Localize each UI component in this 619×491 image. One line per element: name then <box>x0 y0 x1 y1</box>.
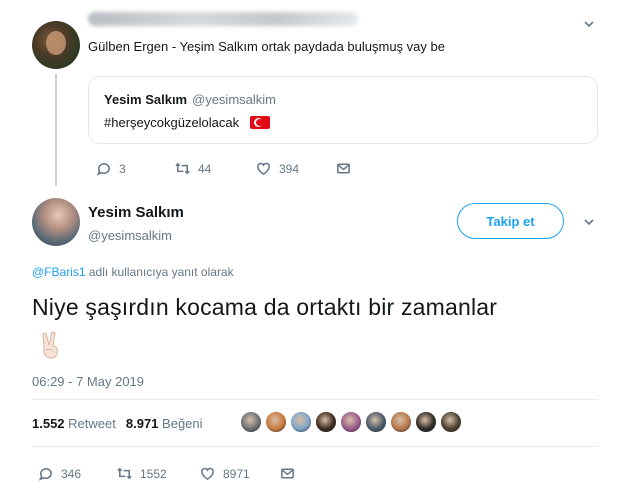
author-name[interactable]: Yesim Salkım <box>88 204 184 221</box>
author-handle[interactable]: @yesimsalkim <box>88 228 172 243</box>
liker-avatar[interactable] <box>315 411 337 433</box>
like-stat-label: Beğeni <box>162 416 203 431</box>
liker-avatar[interactable] <box>390 411 412 433</box>
reply-button[interactable]: 346 <box>37 465 81 482</box>
mention-link[interactable]: @FBaris1 <box>32 265 86 279</box>
like-count: 394 <box>279 161 300 176</box>
retweet-stat[interactable]: 1.552 Retweet <box>32 416 116 431</box>
engagement-stats: 1.552 Retweet 8.971 Beğeni <box>32 416 203 431</box>
tweet-text: Niye şaşırdın kocama da ortaktı bir zama… <box>32 294 498 320</box>
heart-icon <box>201 467 214 481</box>
retweet-icon <box>117 467 132 480</box>
liker-avatar[interactable] <box>340 411 362 433</box>
reply-context-label: adlı kullanıcıya yanıt olarak <box>85 265 234 279</box>
retweet-total: 1.552 <box>32 416 65 431</box>
follow-button[interactable]: Takip et <box>457 203 564 239</box>
tweet-timestamp[interactable]: 06:29 - 7 May 2019 <box>32 374 144 389</box>
victory-hand-emoji: ✌🏻 <box>42 331 58 359</box>
envelope-icon <box>337 163 350 174</box>
hashtag-link[interactable]: #herşeycokgüzelolacak <box>104 115 239 130</box>
liker-avatar[interactable] <box>365 411 387 433</box>
retweet-count: 44 <box>198 161 212 176</box>
reply-button[interactable]: 3 <box>95 160 126 177</box>
chevron-down-icon[interactable] <box>583 216 595 231</box>
retweet-button[interactable]: 44 <box>174 160 211 177</box>
retweet-stat-label: Retweet <box>68 416 116 431</box>
quoted-author-handle[interactable]: @yesimsalkim <box>192 92 276 107</box>
like-count: 8971 <box>223 466 250 481</box>
reply-icon <box>96 163 110 176</box>
quoted-author-name[interactable]: Yesim Salkım <box>104 92 187 107</box>
liker-avatar[interactable] <box>265 411 287 433</box>
reply-count: 346 <box>61 466 82 481</box>
avatar[interactable] <box>32 198 80 246</box>
tweet-text: Gülben Ergen - Yeşim Salkım ortak paydad… <box>88 39 445 54</box>
retweet-count: 1552 <box>140 466 167 481</box>
divider <box>32 399 598 400</box>
thread-connector <box>55 74 57 186</box>
like-button[interactable]: 394 <box>255 160 299 177</box>
retweet-icon <box>175 162 190 175</box>
retweet-button[interactable]: 1552 <box>116 465 167 482</box>
heart-icon <box>257 162 270 176</box>
like-button[interactable]: 8971 <box>199 465 250 482</box>
direct-message-button[interactable] <box>279 465 296 482</box>
reply-count: 3 <box>119 161 126 176</box>
liker-avatar[interactable] <box>290 411 312 433</box>
reply-icon <box>38 468 52 481</box>
liker-avatar[interactable] <box>240 411 262 433</box>
avatar[interactable] <box>32 21 80 69</box>
liker-avatars <box>240 411 462 433</box>
chevron-down-icon[interactable] <box>583 18 595 33</box>
like-stat[interactable]: 8.971 Beğeni <box>126 416 203 431</box>
turkey-flag-icon <box>250 116 270 129</box>
like-total: 8.971 <box>125 416 159 431</box>
envelope-icon <box>281 468 294 479</box>
direct-message-button[interactable] <box>335 160 352 177</box>
reply-context: @FBaris1 adlı kullanıcıya yanıt olarak <box>32 265 234 279</box>
divider <box>32 446 598 447</box>
liker-avatar[interactable] <box>440 411 462 433</box>
liker-avatar[interactable] <box>415 411 437 433</box>
quoted-tweet[interactable] <box>88 76 598 144</box>
blurred-author-name <box>88 12 358 26</box>
